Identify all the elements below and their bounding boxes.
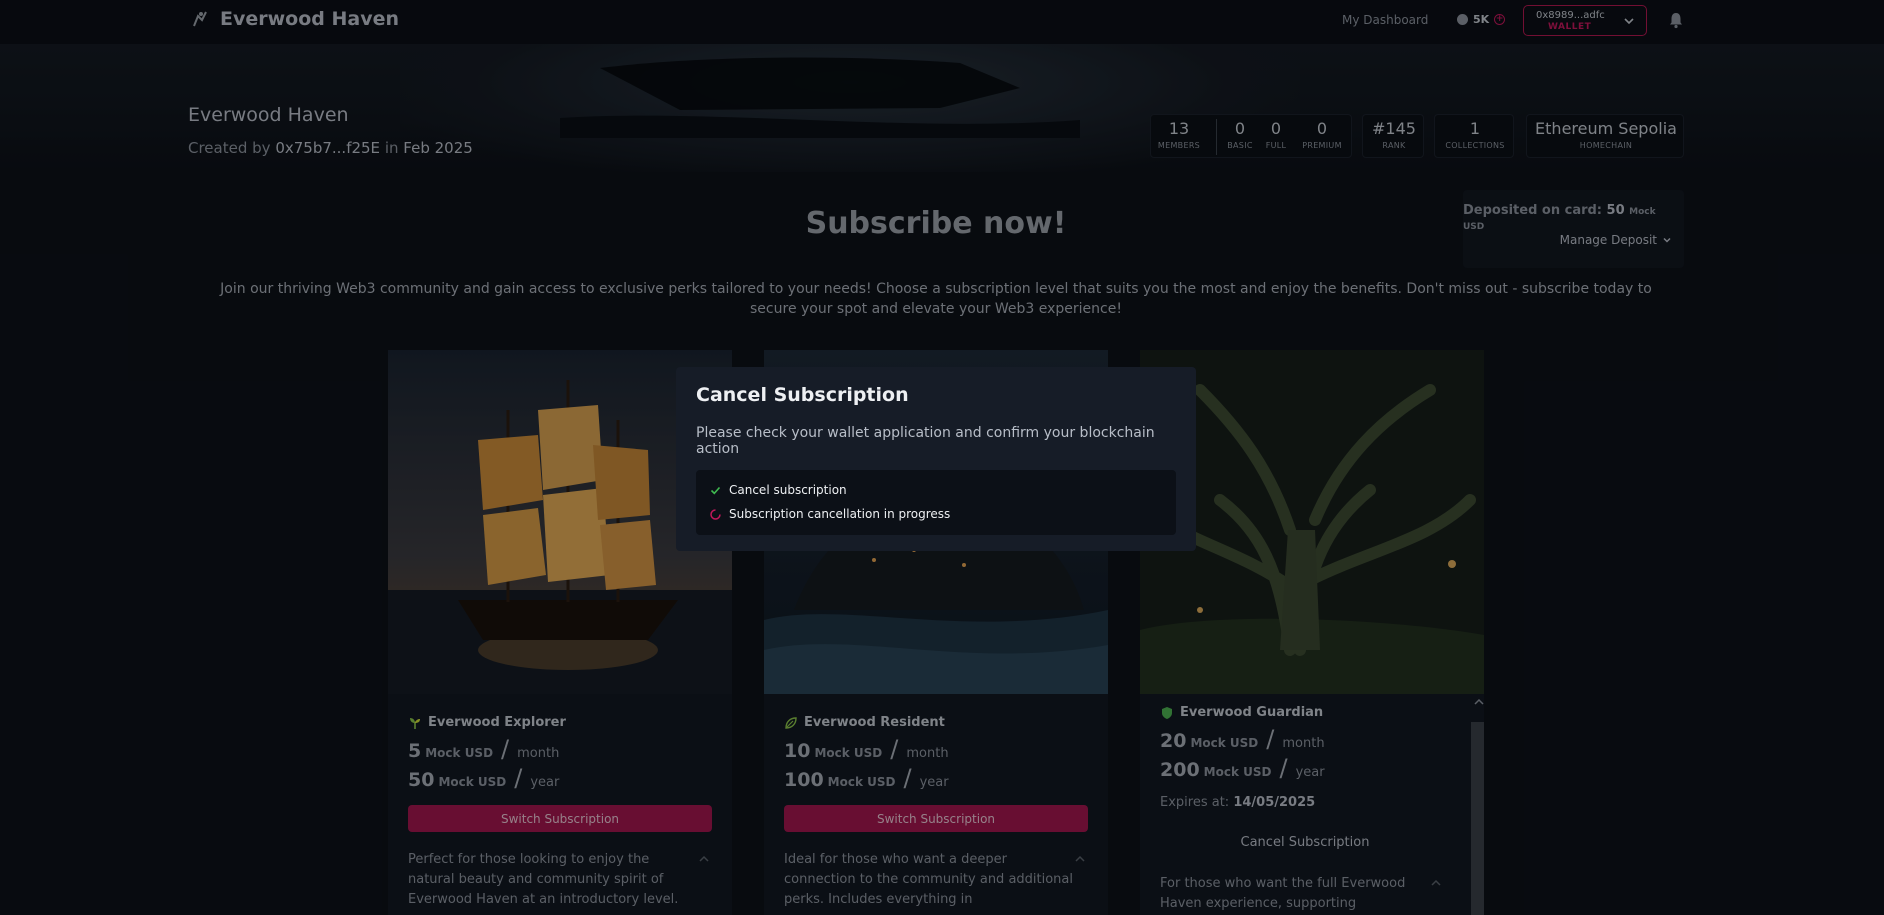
dialog-title: Cancel Subscription <box>696 384 909 406</box>
progress-steps: Cancel subscription Subscription cancell… <box>696 470 1176 535</box>
dialog-subtitle: Please check your wallet application and… <box>696 425 1155 457</box>
cancel-subscription-dialog: Cancel Subscription Please check your wa… <box>676 367 1196 551</box>
step-cancel-subscription: Cancel subscription <box>710 483 847 497</box>
check-icon <box>710 486 721 494</box>
step-cancellation-progress: Subscription cancellation in progress <box>710 507 950 521</box>
spinner-icon <box>710 508 721 520</box>
